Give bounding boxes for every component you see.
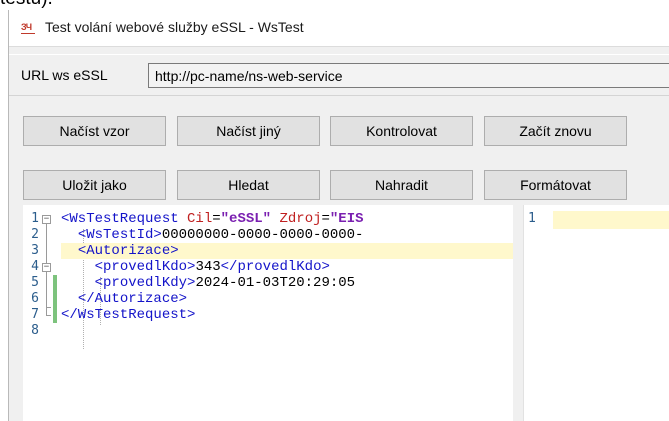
result-line-number: 1 — [528, 211, 536, 226]
code-line: <WsTestId>00000000-0000-0000-0000- — [61, 227, 513, 243]
app-icon: ЗЧ — [21, 22, 35, 34]
code-token: <WsTestRequest — [61, 211, 188, 227]
url-row: URL ws eSSL — [9, 54, 669, 96]
url-label: URL ws eSSL — [21, 67, 108, 83]
line-number: 6 — [31, 291, 39, 306]
fold-end-marker — [46, 307, 51, 308]
line-number: 5 — [31, 275, 39, 290]
code-token: <provedlKdy> — [94, 275, 196, 291]
line-number: 2 — [31, 227, 39, 242]
code-line: </WsTestRequest> — [61, 307, 513, 323]
current-line-highlight — [553, 211, 669, 229]
format-button[interactable]: Formátovat — [484, 170, 627, 200]
code-token: <Autorizace> — [77, 243, 179, 259]
save-as-button[interactable]: Uložit jako — [23, 170, 166, 200]
code-line: </Autorizace> — [61, 291, 513, 307]
fold-end-marker — [46, 315, 51, 316]
code-token: 2024-01-03T20:29:05 — [195, 275, 356, 291]
change-marker-bar — [53, 275, 57, 323]
code-token: Cil — [187, 211, 213, 227]
editor-splitter[interactable] — [513, 205, 515, 421]
start-over-button[interactable]: Začít znovu — [484, 116, 627, 146]
code-token: </provedlKdo> — [220, 259, 330, 275]
fold-toggle-icon[interactable]: − — [42, 215, 51, 224]
code-token: Zdroj — [279, 211, 322, 227]
fold-toggle-icon[interactable]: − — [42, 263, 51, 272]
line-number: 1 — [31, 211, 39, 226]
replace-button[interactable]: Nahradit — [330, 170, 473, 200]
xml-editor[interactable]: 12345678 − − <WsTestRequest Cil="eSSL" Z… — [23, 205, 513, 421]
line-number: 3 — [31, 243, 39, 258]
code-token: </WsTestRequest> — [61, 307, 196, 323]
code-area[interactable]: <WsTestRequest Cil="eSSL" Zdroj="EIS <Ws… — [61, 211, 513, 339]
line-number-gutter: 12345678 — [23, 211, 39, 339]
code-token: </Autorizace> — [77, 291, 188, 307]
code-line: <Autorizace> — [61, 243, 513, 259]
load-other-button[interactable]: Načíst jiný — [177, 116, 320, 146]
code-token: = — [212, 211, 221, 227]
code-token: "EIS — [329, 211, 364, 227]
line-number: 4 — [31, 259, 39, 274]
code-token: <provedlKdo> — [94, 259, 196, 275]
code-token: <WsTestId> — [77, 227, 162, 243]
code-line: <WsTestRequest Cil="eSSL" Zdroj="EIS — [61, 211, 513, 227]
result-panel[interactable]: 1 — [523, 205, 669, 421]
line-number: 8 — [31, 323, 39, 338]
find-button[interactable]: Hledat — [177, 170, 320, 200]
load-template-button[interactable]: Načíst vzor — [23, 116, 166, 146]
code-token: = — [321, 211, 330, 227]
line-number: 7 — [31, 307, 39, 322]
title-bar: ЗЧ Test volání webové služby eSSL - WsTe… — [9, 10, 669, 47]
window-title: Test volání webové služby eSSL - WsTest — [45, 19, 304, 35]
check-button[interactable]: Kontrolovat — [330, 116, 473, 146]
code-line: <provedlKdo>343</provedlKdo> — [61, 259, 513, 275]
code-token: "eSSL" — [220, 211, 272, 227]
code-token: 00000000-0000-0000-0000- — [161, 227, 364, 243]
code-token: 343 — [195, 259, 221, 275]
url-input[interactable] — [148, 63, 669, 88]
code-line: <provedlKdy>2024-01-03T20:29:05 — [61, 275, 513, 291]
